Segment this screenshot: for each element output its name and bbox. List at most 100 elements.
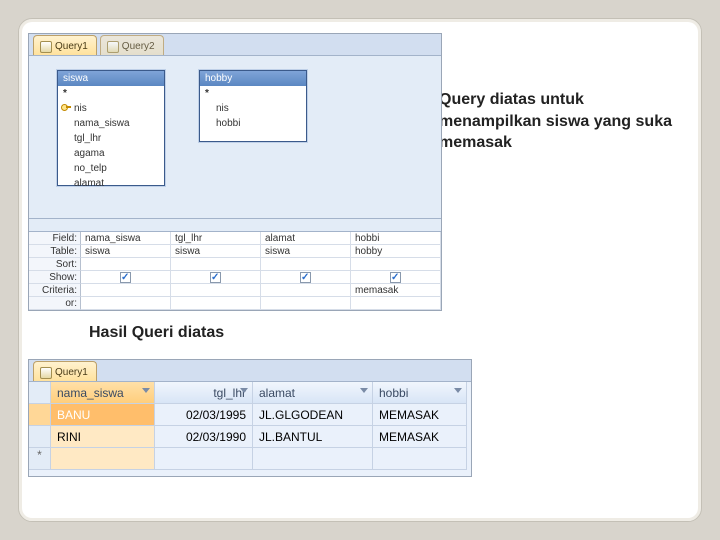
query-tab-bar: Query1 Query2 — [29, 34, 441, 56]
col-header-hobbi[interactable]: hobbi — [373, 382, 467, 404]
cell-hobbi[interactable] — [373, 448, 467, 470]
grid-row-labels: Field: Table: Sort: Show: Criteria: or: — [29, 232, 81, 311]
col-label: nama_siswa — [57, 386, 124, 400]
tab-query1[interactable]: Query1 — [33, 35, 97, 55]
cell-tgl[interactable] — [155, 448, 253, 470]
cell-sort[interactable] — [261, 258, 351, 271]
checkbox-icon[interactable] — [300, 272, 311, 283]
tab-query2[interactable]: Query2 — [100, 35, 164, 55]
checkbox-icon[interactable] — [390, 272, 401, 283]
result-tab-bar: Query1 — [29, 360, 471, 382]
cell-hobbi[interactable]: MEMASAK — [373, 404, 467, 426]
cell-show[interactable] — [261, 271, 351, 284]
cell-field[interactable]: alamat — [261, 232, 351, 245]
cell-field[interactable]: hobbi — [351, 232, 441, 245]
table-row-new[interactable]: * — [29, 448, 471, 470]
cell-criteria[interactable] — [261, 284, 351, 297]
grid-label: Show: — [29, 271, 81, 284]
field-row[interactable]: hobbi — [200, 116, 306, 131]
row-selector-header[interactable] — [29, 382, 51, 404]
slide-frame: Query diatas untuk menampilkan siswa yan… — [18, 18, 702, 522]
cell-show[interactable] — [171, 271, 261, 284]
table-row[interactable]: BANU 02/03/1995 JL.GLGODEAN MEMASAK — [29, 404, 471, 426]
cell-alamat[interactable]: JL.GLGODEAN — [253, 404, 373, 426]
cell-field[interactable]: tgl_lhr — [171, 232, 261, 245]
col-header-nama[interactable]: nama_siswa — [51, 382, 155, 404]
grid-column[interactable]: nama_siswa siswa — [81, 232, 171, 311]
result-datasheet: Query1 nama_siswa tgl_lhr alamat hobbi B… — [28, 359, 472, 477]
caption-result-title: Hasil Queri diatas — [89, 324, 224, 342]
tab-label: Query1 — [55, 41, 88, 52]
field-row[interactable]: nis — [58, 101, 164, 116]
dropdown-icon[interactable] — [360, 388, 368, 393]
field-row[interactable]: alamat — [58, 176, 164, 191]
cell-sort[interactable] — [351, 258, 441, 271]
cell-sort[interactable] — [171, 258, 261, 271]
cell-field[interactable]: nama_siswa — [81, 232, 171, 245]
cell-table[interactable]: siswa — [171, 245, 261, 258]
table-header: siswa — [58, 71, 164, 86]
table-box-hobby[interactable]: hobby * nis hobbi — [199, 70, 307, 142]
cell-tgl[interactable]: 02/03/1990 — [155, 426, 253, 448]
col-header-alamat[interactable]: alamat — [253, 382, 373, 404]
cell-alamat[interactable] — [253, 448, 373, 470]
cell-or[interactable] — [351, 297, 441, 310]
cell-table[interactable]: hobby — [351, 245, 441, 258]
query-icon — [40, 367, 52, 379]
cell-criteria[interactable] — [81, 284, 171, 297]
field-row[interactable]: no_telp — [58, 161, 164, 176]
field-row[interactable]: * — [200, 86, 306, 101]
table-header-row: nama_siswa tgl_lhr alamat hobbi — [29, 382, 471, 404]
cell-hobbi[interactable]: MEMASAK — [373, 426, 467, 448]
cell-show[interactable] — [351, 271, 441, 284]
cell-criteria[interactable]: memasak — [351, 284, 441, 297]
checkbox-icon[interactable] — [210, 272, 221, 283]
grid-label: Field: — [29, 232, 81, 245]
query-design-canvas[interactable]: siswa * nis nama_siswa tgl_lhr agama no_… — [29, 56, 441, 218]
cell-criteria[interactable] — [171, 284, 261, 297]
new-row-marker[interactable]: * — [29, 448, 51, 470]
cell-or[interactable] — [171, 297, 261, 310]
field-row[interactable]: * — [58, 86, 164, 101]
grid-column[interactable]: tgl_lhr siswa — [171, 232, 261, 311]
tab-label: Query1 — [55, 367, 88, 378]
tab-result-query1[interactable]: Query1 — [33, 361, 97, 381]
row-selector[interactable] — [29, 404, 51, 426]
grid-label: Criteria: — [29, 284, 81, 297]
dropdown-icon[interactable] — [240, 388, 248, 393]
table-box-siswa[interactable]: siswa * nis nama_siswa tgl_lhr agama no_… — [57, 70, 165, 186]
splitter-bar[interactable] — [29, 218, 441, 232]
cell-alamat[interactable]: JL.BANTUL — [253, 426, 373, 448]
dropdown-icon[interactable] — [142, 388, 150, 393]
tab-label: Query2 — [122, 41, 155, 52]
table-row[interactable]: RINI 02/03/1990 JL.BANTUL MEMASAK — [29, 426, 471, 448]
field-row[interactable]: tgl_lhr — [58, 131, 164, 146]
datasheet-table: nama_siswa tgl_lhr alamat hobbi BANU 02/… — [29, 382, 471, 470]
grid-columns: nama_siswa siswa tgl_lhr siswa — [81, 232, 441, 311]
cell-or[interactable] — [81, 297, 171, 310]
col-label: hobbi — [379, 386, 408, 400]
primary-key-icon — [61, 102, 71, 112]
query-grid: Field: Table: Sort: Show: Criteria: or: … — [29, 232, 441, 311]
caption-query-description: Query diatas untuk menampilkan siswa yan… — [439, 89, 679, 154]
cell-show[interactable] — [81, 271, 171, 284]
dropdown-icon[interactable] — [454, 388, 462, 393]
cell-sort[interactable] — [81, 258, 171, 271]
grid-column[interactable]: hobbi hobby memasak — [351, 232, 441, 311]
cell-tgl[interactable]: 02/03/1995 — [155, 404, 253, 426]
col-header-tgl[interactable]: tgl_lhr — [155, 382, 253, 404]
cell-or[interactable] — [261, 297, 351, 310]
cell-nama[interactable] — [51, 448, 155, 470]
row-selector[interactable] — [29, 426, 51, 448]
field-row[interactable]: nis — [200, 101, 306, 116]
field-row[interactable]: agama — [58, 146, 164, 161]
cell-table[interactable]: siswa — [81, 245, 171, 258]
field-row[interactable]: nama_siswa — [58, 116, 164, 131]
cell-nama[interactable]: RINI — [51, 426, 155, 448]
grid-label: Table: — [29, 245, 81, 258]
checkbox-icon[interactable] — [120, 272, 131, 283]
cell-nama[interactable]: BANU — [51, 404, 155, 426]
cell-table[interactable]: siswa — [261, 245, 351, 258]
grid-column[interactable]: alamat siswa — [261, 232, 351, 311]
query-design-window: Query1 Query2 siswa * nis nama_siswa tgl… — [28, 33, 442, 311]
